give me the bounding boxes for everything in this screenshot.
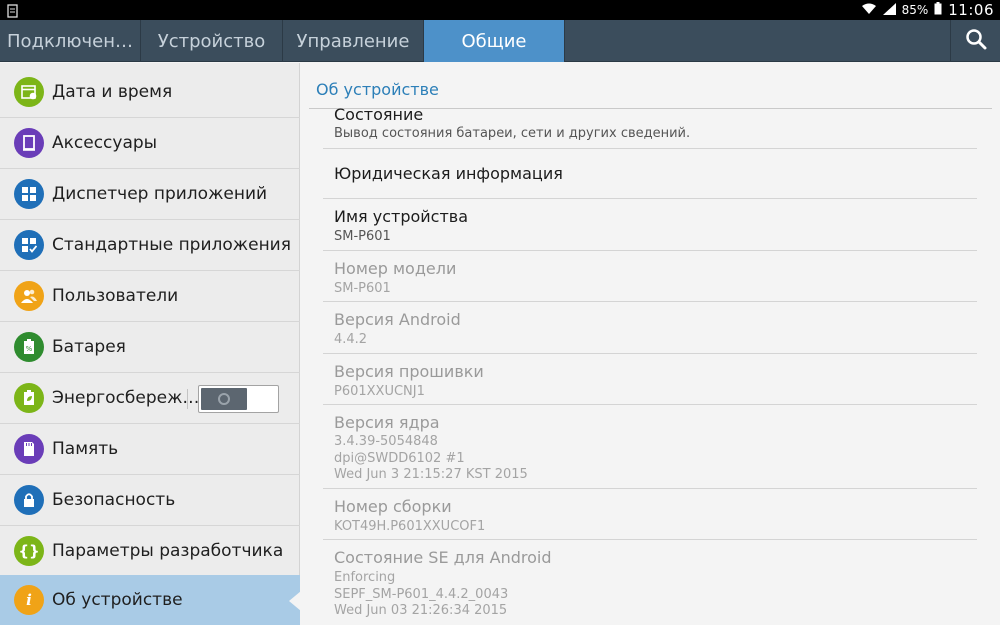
about-device-pane: Об устройстве Состояние Вывод состояния … [301, 63, 1000, 625]
search-button[interactable] [950, 20, 1000, 62]
se-android-status-item: Состояние SE для Android Enforcing SEPF_… [323, 540, 977, 625]
menu-item-label: Дата и время [52, 82, 173, 102]
wifi-icon [861, 3, 877, 18]
status-item[interactable]: Состояние Вывод состояния батареи, сети … [323, 103, 977, 149]
item-value: dpi@SWDD6102 #1 [334, 450, 465, 466]
build-number-item[interactable]: Номер сборки KOT49H.P601XXUCOF1 [323, 489, 977, 540]
menu-item-power-saving[interactable]: Энергосбереж… [0, 373, 300, 424]
power-saving-icon [14, 383, 44, 413]
users-icon [14, 281, 44, 311]
toggle-knob [201, 388, 247, 410]
item-value: SM-P601 [334, 281, 391, 296]
menu-item-label: Аксессуары [52, 133, 158, 153]
grid-icon [14, 179, 44, 209]
menu-item-label: Стандартные приложения [52, 235, 291, 255]
tab-controls[interactable]: Управление [283, 20, 424, 62]
menu-item-users[interactable]: Пользователи [0, 271, 300, 322]
item-title: Версия прошивки [334, 362, 484, 381]
info-icon: i [14, 585, 44, 615]
settings-menu: Дата и время Аксессуары Диспетчер прилож… [0, 63, 301, 625]
search-icon [965, 28, 987, 54]
menu-item-default-apps[interactable]: Стандартные приложения [0, 220, 300, 271]
menu-item-date-time[interactable]: Дата и время [0, 67, 300, 118]
tab-connections[interactable]: Подключен… [0, 20, 141, 62]
item-value: SM-P601 [334, 229, 391, 244]
tab-bar: Подключен… Устройство Управление Общие [0, 20, 1000, 62]
calendar-icon [14, 77, 44, 107]
menu-item-label: Память [52, 439, 119, 459]
tab-device[interactable]: Устройство [141, 20, 283, 62]
device-name-item[interactable]: Имя устройства SM-P601 [323, 199, 977, 251]
status-bar: 85% 11:06 [0, 0, 1000, 20]
item-value: 3.4.39-5054848 [334, 434, 438, 449]
battery-percent: 85% [901, 3, 929, 17]
item-value: 4.4.2 [334, 332, 368, 347]
tablet-icon [14, 128, 44, 158]
firmware-version-item: Версия прошивки P601XXUCNJ1 [323, 354, 977, 405]
menu-item-security[interactable]: Безопасность [0, 475, 300, 526]
item-title: Версия ядра [334, 413, 440, 432]
divider [187, 389, 188, 409]
item-value: P601XXUCNJ1 [334, 384, 425, 399]
menu-item-label: Батарея [52, 337, 126, 357]
menu-item-app-manager[interactable]: Диспетчер приложений [0, 169, 300, 220]
battery-icon: % [14, 332, 44, 362]
item-value: Enforcing [334, 570, 396, 585]
menu-item-label: Пользователи [52, 286, 179, 306]
selected-indicator [289, 591, 301, 611]
item-summary: Вывод состояния батареи, сети и других с… [334, 126, 691, 141]
menu-item-label: Диспетчер приложений [52, 184, 268, 204]
lock-icon [14, 485, 44, 515]
item-value: KOT49H.P601XXUCOF1 [334, 519, 486, 534]
clock: 11:06 [948, 1, 994, 19]
menu-item-accessories[interactable]: Аксессуары [0, 118, 300, 169]
sd-card-icon [14, 434, 44, 464]
menu-item-label: Параметры разработчика [52, 541, 284, 561]
item-value: Wed Jun 3 21:15:27 KST 2015 [334, 467, 528, 482]
menu-item-label: Об устройстве [52, 590, 183, 610]
section-title: Об устройстве [316, 80, 439, 99]
power-saving-toggle[interactable] [198, 385, 279, 413]
item-value: SEPF_SM-P601_4.4.2_0043 [334, 586, 509, 602]
battery-icon [934, 2, 942, 18]
menu-item-about-device[interactable]: i Об устройстве [0, 575, 301, 625]
item-title: Юридическая информация [334, 164, 563, 183]
item-title: Состояние [334, 105, 424, 124]
svg-text:%: % [26, 345, 33, 353]
screenshot-icon [6, 3, 20, 18]
item-title: Имя устройства [334, 207, 469, 226]
android-version-item[interactable]: Версия Android 4.4.2 [323, 302, 977, 354]
model-number-item: Номер модели SM-P601 [323, 251, 977, 302]
menu-item-battery[interactable]: % Батарея [0, 322, 300, 373]
item-title: Состояние SE для Android [334, 548, 552, 567]
grid-check-icon [14, 230, 44, 260]
menu-item-developer-options[interactable]: {} Параметры разработчика [0, 526, 300, 577]
tab-general[interactable]: Общие [424, 20, 565, 62]
signal-icon [882, 2, 896, 18]
kernel-version-item: Версия ядра 3.4.39-5054848 dpi@SWDD6102 … [323, 405, 977, 489]
braces-icon: {} [14, 536, 44, 566]
legal-info-item[interactable]: Юридическая информация [323, 149, 977, 199]
item-title: Версия Android [334, 310, 461, 329]
item-value: Wed Jun 03 21:26:34 2015 [334, 603, 508, 618]
menu-item-label: Безопасность [52, 490, 176, 510]
item-title: Номер модели [334, 259, 457, 278]
menu-item-label: Энергосбереж… [52, 388, 200, 408]
item-title: Номер сборки [334, 497, 452, 516]
menu-item-storage[interactable]: Память [0, 424, 300, 475]
